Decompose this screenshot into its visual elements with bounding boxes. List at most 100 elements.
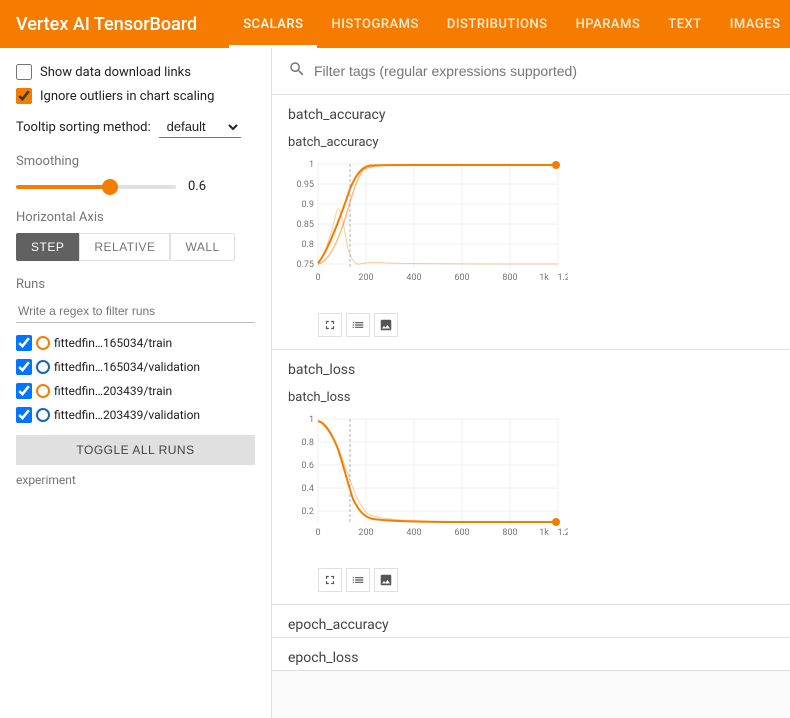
batch-accuracy-container: batch_accuracy (272, 127, 790, 349)
show-download-checkbox-row[interactable]: Show data download links (16, 64, 255, 80)
svg-text:0: 0 (315, 528, 320, 538)
show-download-label: Show data download links (40, 65, 191, 80)
svg-text:1k: 1k (539, 528, 549, 538)
smoothing-label: Smoothing (16, 154, 255, 169)
smoothing-slider[interactable] (16, 185, 176, 189)
runs-section: Runs fittedfin…165034/train fittedfin…16… (16, 277, 255, 487)
svg-text:1.2k: 1.2k (557, 528, 568, 538)
image-download-button-loss[interactable] (374, 568, 398, 592)
axis-step-button[interactable]: STEP (16, 233, 79, 261)
expand-chart-button-loss[interactable] (318, 568, 342, 592)
run-dot-1 (36, 360, 50, 374)
axis-wall-button[interactable]: WALL (170, 233, 234, 261)
svg-text:200: 200 (358, 273, 373, 283)
search-input[interactable] (314, 63, 774, 79)
search-icon (288, 60, 306, 82)
run-row-0: fittedfin…165034/train (16, 331, 255, 355)
batch-accuracy-title: batch_accuracy (288, 135, 774, 150)
runs-label: Runs (16, 277, 255, 292)
svg-text:0.95: 0.95 (296, 180, 314, 190)
run-name-0: fittedfin…165034/train (54, 336, 172, 350)
expand-chart-button-accuracy[interactable] (318, 313, 342, 337)
image-download-button-accuracy[interactable] (374, 313, 398, 337)
svg-text:400: 400 (406, 273, 421, 283)
nav-text[interactable]: TEXT (654, 0, 715, 48)
app-title: Vertex AI TensorBoard (16, 14, 197, 35)
display-options: Show data download links Ignore outliers… (16, 64, 255, 138)
svg-text:400: 400 (406, 528, 421, 538)
run-row-1: fittedfin…165034/validation (16, 355, 255, 379)
run-checkbox-2[interactable] (16, 383, 32, 399)
axis-buttons: STEP RELATIVE WALL (16, 233, 255, 261)
batch-accuracy-controls (288, 309, 774, 345)
topnav: Vertex AI TensorBoard SCALARS HISTOGRAMS… (0, 0, 790, 48)
svg-text:0.2: 0.2 (302, 507, 315, 517)
tooltip-sort-select[interactable]: default (159, 116, 241, 138)
batch-loss-svg: 1 0.8 0.6 0.4 0.2 0 200 400 600 800 1k 1… (288, 409, 568, 544)
batch-loss-header: batch_loss (272, 350, 790, 382)
svg-text:800: 800 (502, 528, 517, 538)
run-row-3: fittedfin…203439/validation (16, 403, 255, 427)
show-download-checkbox[interactable] (16, 64, 32, 80)
batch-accuracy-header: batch_accuracy (272, 95, 790, 127)
batch-loss-controls (288, 564, 774, 600)
batch-accuracy-svg: 1 0.95 0.9 0.85 0.8 0.75 0 200 400 600 8… (288, 154, 568, 289)
nav-distributions[interactable]: DISTRIBUTIONS (433, 0, 562, 48)
axis-label: Horizontal Axis (16, 210, 255, 225)
nav-histograms[interactable]: HISTOGRAMS (317, 0, 432, 48)
svg-text:0.8: 0.8 (302, 240, 315, 250)
svg-text:600: 600 (454, 528, 469, 538)
run-name-3: fittedfin…203439/validation (54, 408, 200, 422)
nav-scalars[interactable]: SCALARS (229, 0, 317, 48)
ignore-outliers-checkbox-row[interactable]: Ignore outliers in chart scaling (16, 88, 255, 104)
svg-text:800: 800 (502, 273, 517, 283)
axis-relative-button[interactable]: RELATIVE (79, 233, 170, 261)
epoch-loss-header: epoch_loss (272, 638, 790, 670)
run-dot-3 (36, 408, 50, 422)
main-layout: Show data download links Ignore outliers… (0, 48, 790, 718)
svg-text:0.75: 0.75 (296, 260, 314, 270)
smoothing-row: 0.6 (16, 179, 255, 194)
svg-text:600: 600 (454, 273, 469, 283)
run-dot-0 (36, 336, 50, 350)
tooltip-sort-label: Tooltip sorting method: (16, 120, 151, 135)
batch-accuracy-section: batch_accuracy batch_accuracy (272, 95, 790, 350)
run-checkbox-3[interactable] (16, 407, 32, 423)
svg-text:1: 1 (309, 415, 314, 425)
run-dot-2 (36, 384, 50, 398)
run-row-2: fittedfin…203439/train (16, 379, 255, 403)
runs-filter-input[interactable] (16, 300, 255, 323)
svg-text:1k: 1k (539, 273, 549, 283)
data-view-button-loss[interactable] (346, 568, 370, 592)
run-name-2: fittedfin…203439/train (54, 384, 172, 398)
batch-loss-chart: 1 0.8 0.6 0.4 0.2 0 200 400 600 800 1k 1… (288, 409, 568, 564)
svg-text:0.8: 0.8 (302, 438, 315, 448)
axis-section: Horizontal Axis STEP RELATIVE WALL (16, 210, 255, 261)
svg-text:1: 1 (309, 160, 314, 170)
run-checkbox-0[interactable] (16, 335, 32, 351)
nav-items: SCALARS HISTOGRAMS DISTRIBUTIONS HPARAMS… (229, 0, 790, 48)
nav-images[interactable]: IMAGES (716, 0, 790, 48)
svg-text:0.85: 0.85 (296, 220, 314, 230)
svg-text:200: 200 (358, 528, 373, 538)
ignore-outliers-label: Ignore outliers in chart scaling (40, 89, 214, 104)
svg-text:0.4: 0.4 (302, 484, 315, 494)
experiment-label: experiment (16, 473, 255, 487)
nav-hparams[interactable]: HPARAMS (562, 0, 655, 48)
batch-loss-section: batch_loss batch_loss (272, 350, 790, 605)
search-bar (272, 48, 790, 95)
epoch-loss-section: epoch_loss (272, 638, 790, 671)
svg-text:0.9: 0.9 (302, 200, 315, 210)
run-checkbox-1[interactable] (16, 359, 32, 375)
tooltip-sort-row: Tooltip sorting method: default (16, 116, 255, 138)
epoch-accuracy-header: epoch_accuracy (272, 605, 790, 637)
main-content: batch_accuracy batch_accuracy (272, 48, 790, 718)
toggle-all-runs-button[interactable]: TOGGLE ALL RUNS (16, 435, 255, 465)
data-view-button-accuracy[interactable] (346, 313, 370, 337)
svg-text:1.2k: 1.2k (557, 273, 568, 283)
ignore-outliers-checkbox[interactable] (16, 88, 32, 104)
smoothing-section: Smoothing 0.6 (16, 154, 255, 194)
svg-text:0: 0 (315, 273, 320, 283)
smoothing-value: 0.6 (188, 179, 218, 194)
epoch-accuracy-section: epoch_accuracy (272, 605, 790, 638)
